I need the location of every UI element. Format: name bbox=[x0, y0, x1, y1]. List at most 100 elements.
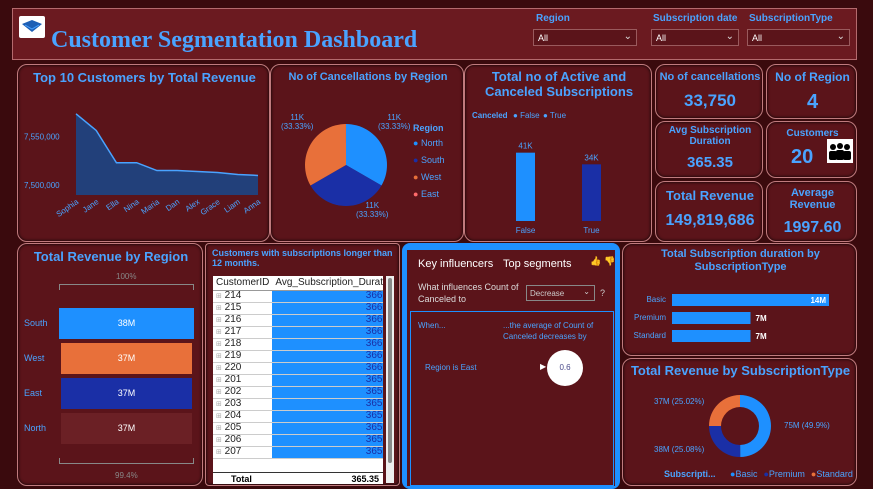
bar2-label: Premium bbox=[634, 313, 666, 322]
donut-slice-basic[interactable] bbox=[740, 395, 771, 457]
bar-false[interactable] bbox=[516, 152, 535, 221]
funnel-bar-east: 37M bbox=[60, 378, 193, 409]
x-tick: Liam bbox=[223, 197, 243, 215]
slicer-date-label: Subscription date bbox=[653, 13, 738, 24]
table-scrollbar[interactable] bbox=[386, 276, 394, 483]
chevron-down-icon: ⌄ bbox=[583, 287, 590, 296]
people-icon bbox=[827, 139, 853, 163]
donut-label-standard: 37M (25.02%) bbox=[654, 397, 705, 406]
slicer-type-dropdown[interactable]: All ⌄ bbox=[747, 29, 850, 46]
table-row[interactable]: ⊞ 202365.00 bbox=[213, 386, 383, 399]
active-canceled-bar-chart[interactable]: 41K False 34K True bbox=[465, 123, 653, 243]
legend-item-south: ● South bbox=[413, 155, 445, 165]
long-subscriptions-card: Customers with subscriptions longer than… bbox=[205, 243, 400, 486]
table-row[interactable]: ⊞ 215366.00 bbox=[213, 302, 383, 315]
chevron-down-icon: ⌄ bbox=[623, 31, 632, 42]
bar-x-label: False bbox=[516, 226, 536, 235]
cell-duration: 366.00 bbox=[272, 326, 383, 339]
donut-label-basic: 75M (49.9%) bbox=[784, 421, 830, 430]
bar2-label: Standard bbox=[634, 331, 666, 340]
top10-customers-card: Top 10 Customers by Total Revenue 7,550,… bbox=[17, 64, 270, 242]
x-tick: Anna bbox=[242, 197, 263, 215]
legend-false: ● False bbox=[513, 111, 540, 120]
scrollbar-thumb[interactable] bbox=[388, 278, 392, 463]
funnel-bar-west: 37M bbox=[60, 343, 193, 374]
duration-type-bar-chart[interactable]: Basic 14M Premium 7M Standard 7M bbox=[623, 284, 858, 354]
legend-item-west: ● West bbox=[413, 172, 442, 182]
cell-duration: 365.00 bbox=[272, 374, 383, 387]
slicer-region-dropdown[interactable]: All ⌄ bbox=[533, 29, 637, 46]
bar-true[interactable] bbox=[582, 164, 601, 221]
donut-slice-standard[interactable] bbox=[709, 395, 740, 427]
cell-duration: 366.00 bbox=[272, 290, 383, 303]
kpi-regions-card: No of Region 4 bbox=[766, 64, 857, 119]
cell-duration: 365.00 bbox=[272, 422, 383, 435]
chevron-down-icon: ⌄ bbox=[725, 31, 734, 42]
donut-legend-standard: ●Standard bbox=[810, 469, 853, 479]
kpi-customers-value: 20 bbox=[791, 146, 814, 168]
table-row[interactable]: ⊞ 218366.00 bbox=[213, 338, 383, 351]
donut-legend-premium: ●Premium bbox=[763, 469, 805, 479]
table-title: Customers with subscriptions longer than… bbox=[212, 248, 393, 268]
funnel-top-pct: 100% bbox=[116, 272, 137, 281]
table-row[interactable]: ⊞ 204365.00 bbox=[213, 410, 383, 423]
thumbs-down-icon[interactable]: 👎 bbox=[604, 256, 615, 267]
cell-duration: 366.00 bbox=[272, 302, 383, 315]
bar2-basic[interactable] bbox=[672, 294, 829, 306]
table-row[interactable]: ⊞ 220366.00 bbox=[213, 362, 383, 375]
table-row[interactable]: ⊞ 201365.00 bbox=[213, 374, 383, 387]
influencer-when: When... bbox=[418, 321, 446, 330]
pie-label-tr: 11K (33.33%) bbox=[378, 113, 411, 131]
table-row[interactable]: ⊞ 214366.00 bbox=[213, 290, 383, 303]
col-duration-header[interactable]: Avg_Subscription_Duration bbox=[272, 276, 383, 291]
decrease-dropdown[interactable]: Decrease ⌄ bbox=[526, 285, 595, 301]
table-row[interactable]: ⊞ 219366.00 bbox=[213, 350, 383, 363]
bar2-standard[interactable] bbox=[672, 330, 751, 342]
table-row[interactable]: ⊞ 216366.00 bbox=[213, 314, 383, 327]
table-row[interactable]: ⊞ 217366.00 bbox=[213, 326, 383, 339]
table-total-label: Total bbox=[231, 474, 252, 484]
pie-label-b: 11K (33.33%) bbox=[356, 201, 389, 219]
bar2-data-label: 14M bbox=[810, 296, 826, 305]
influencer-bubble[interactable]: 0.6 bbox=[547, 350, 583, 386]
kpi-avg-revenue-value: 1997.60 bbox=[783, 219, 842, 236]
cell-customerid: ⊞ 207 bbox=[213, 446, 273, 459]
slicer-region-value: All bbox=[538, 33, 549, 43]
cell-duration: 366.00 bbox=[272, 314, 383, 327]
table-row[interactable]: ⊞ 206365.00 bbox=[213, 434, 383, 447]
cell-duration: 366.00 bbox=[272, 362, 383, 375]
table-row[interactable]: ⊞ 207365.00 bbox=[213, 446, 383, 459]
active-canceled-title: Total no of Active and Canceled Subscrip… bbox=[484, 69, 634, 99]
cell-duration: 366.00 bbox=[272, 338, 383, 351]
influencer-factor[interactable]: Region is East bbox=[425, 363, 477, 372]
decrease-dropdown-value: Decrease bbox=[530, 289, 565, 298]
kpi-avg-revenue-card: Average Revenue 1997.60 bbox=[766, 181, 857, 242]
donut-slice-premium[interactable] bbox=[709, 426, 741, 457]
duration-type-title: Total Subscription duration by Subscript… bbox=[661, 248, 820, 273]
slicer-date-dropdown[interactable]: All ⌄ bbox=[651, 29, 739, 46]
x-tick: Jane bbox=[81, 197, 101, 215]
bar2-data-label: 7M bbox=[756, 332, 767, 341]
funnel-bottom-pct: 99.4% bbox=[115, 471, 138, 480]
kpi-regions-value: 4 bbox=[806, 91, 819, 113]
help-icon[interactable]: ? bbox=[600, 288, 605, 298]
funnel-label-west: West bbox=[24, 353, 45, 363]
x-tick: Grace bbox=[199, 197, 222, 217]
table-row[interactable]: ⊞ 205365.00 bbox=[213, 422, 383, 435]
kpi-cancellations-value: 33,750 bbox=[684, 91, 736, 110]
slicer-type-value: All bbox=[752, 33, 763, 43]
kpi-avg-duration-label: Avg Subscription Duration bbox=[668, 125, 752, 147]
col-customerid-header[interactable]: CustomerID bbox=[213, 276, 273, 291]
tab-key-influencers[interactable]: Key influencers bbox=[418, 258, 493, 270]
tab-top-segments[interactable]: Top segments bbox=[503, 258, 571, 270]
area-fill bbox=[76, 113, 258, 195]
thumbs-up-icon[interactable]: 👍 bbox=[590, 256, 601, 267]
customer-table[interactable]: CustomerID Avg_Subscription_Duration ⊞ 2… bbox=[213, 276, 383, 483]
kpi-customers-card: Customers 20 bbox=[766, 121, 857, 178]
table-row[interactable]: ⊞ 203365.00 bbox=[213, 398, 383, 411]
bar2-premium[interactable] bbox=[672, 312, 751, 324]
slicer-type-label: SubscriptionType bbox=[749, 13, 833, 24]
canceled-legend-title: Canceled bbox=[472, 111, 508, 120]
cell-customerid: ⊞ 202 bbox=[213, 386, 273, 399]
funnel-bar-north: 37M bbox=[60, 413, 193, 444]
